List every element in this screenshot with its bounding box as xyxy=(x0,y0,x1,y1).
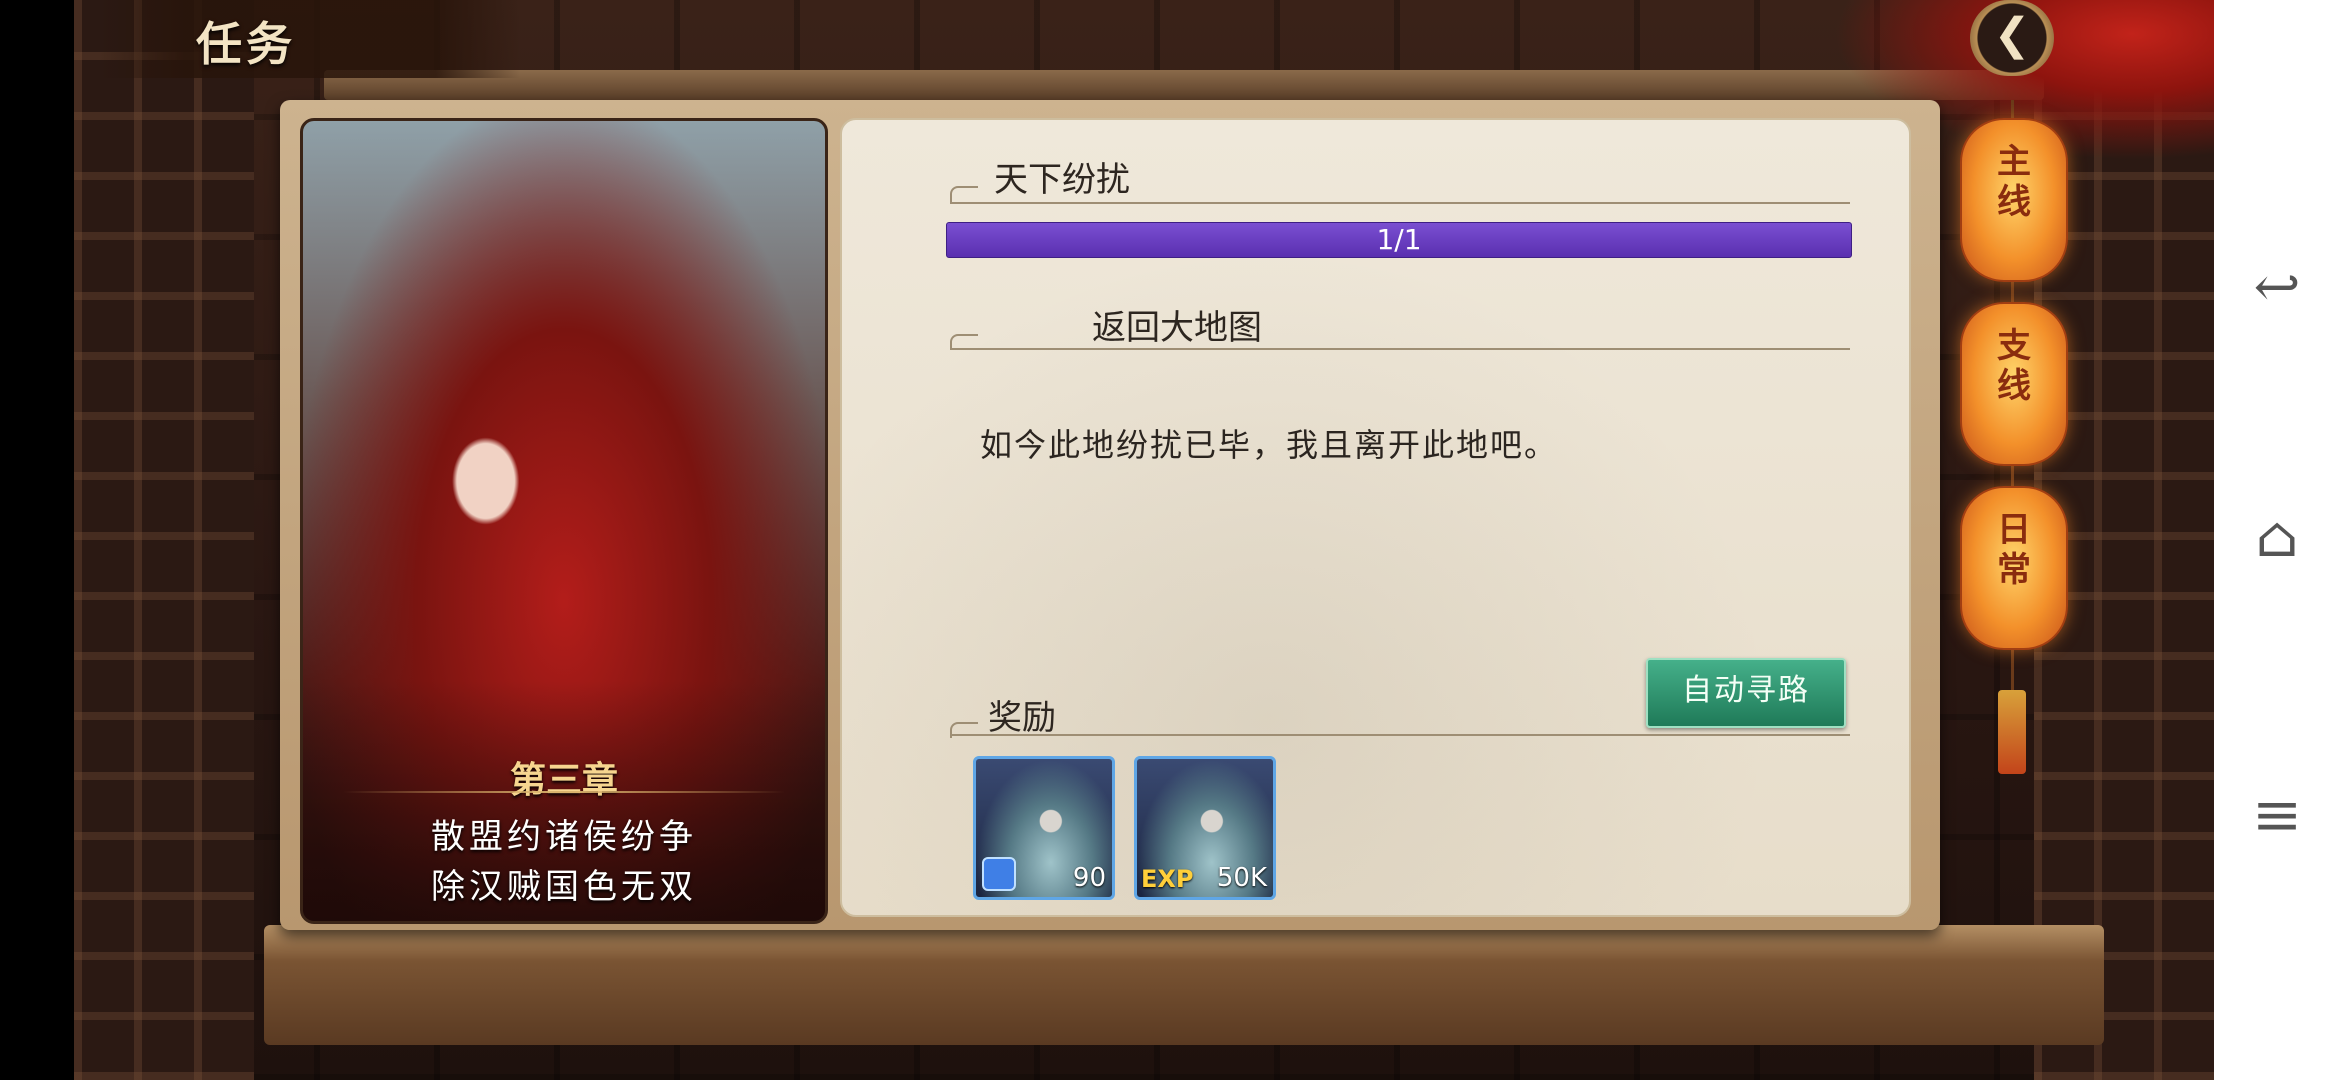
system-back-icon[interactable]: ↩ xyxy=(2214,255,2340,320)
tab-daily[interactable]: 日常 xyxy=(1960,486,2068,650)
back-arrow-icon: ❮ xyxy=(1993,9,2031,60)
tab-label: 主线 xyxy=(1997,142,2031,222)
quest-progress-text: 1/1 xyxy=(1376,223,1422,256)
quest-description: 如今此地纷扰已毕，我且离开此地吧。 xyxy=(980,426,1559,464)
window-lattice-left xyxy=(74,0,254,1080)
tab-label: 日常 xyxy=(1997,510,2031,590)
reward-count: 90 xyxy=(1072,863,1106,893)
title-bar xyxy=(100,0,520,78)
rewards-divider xyxy=(950,734,1850,736)
chapter-divider xyxy=(343,791,785,793)
page-title: 任务 xyxy=(196,17,296,71)
section-hook xyxy=(950,186,978,202)
quest-progress-bar: 1/1 xyxy=(946,222,1852,258)
chapter-verse-1: 散盟约诸侯纷争 xyxy=(431,817,697,857)
quest-name: 天下纷扰 xyxy=(994,160,1130,200)
reward-count: 50K xyxy=(1216,863,1267,893)
system-menu-icon[interactable]: ≡ xyxy=(2214,780,2340,850)
puzzle-piece-icon xyxy=(982,857,1016,891)
quest-objective: 返回大地图 xyxy=(1092,308,1262,348)
chapter-title: 第三章 xyxy=(509,759,618,801)
tab-label: 支线 xyxy=(1997,326,2031,406)
system-navigation-bar: ↩ ⌂ ≡ xyxy=(2214,0,2340,1080)
rewards-label: 奖励 xyxy=(988,698,1056,738)
tab-side-quest[interactable]: 支线 xyxy=(1960,302,2068,466)
top-rail xyxy=(324,70,2044,100)
auto-pathfind-button[interactable]: 自动寻路 xyxy=(1646,658,1846,728)
reward-item-exp[interactable]: EXP 50K xyxy=(1134,756,1276,900)
exp-badge: EXP xyxy=(1141,865,1194,893)
lantern-tassel xyxy=(1998,690,2026,774)
wooden-base xyxy=(264,925,2104,1045)
back-button[interactable]: ❮ xyxy=(1970,0,2054,76)
quest-name-divider xyxy=(950,202,1850,204)
objective-divider xyxy=(950,348,1850,350)
chapter-verse-2: 除汉贼国色无双 xyxy=(431,867,697,907)
reward-item-fragment[interactable]: 90 xyxy=(973,756,1115,900)
tab-main-quest[interactable]: 主线 xyxy=(1960,118,2068,282)
system-home-icon[interactable]: ⌂ xyxy=(2214,505,2340,570)
chapter-portrait: 第三章 散盟约诸侯纷争 除汉贼国色无双 xyxy=(300,118,828,924)
